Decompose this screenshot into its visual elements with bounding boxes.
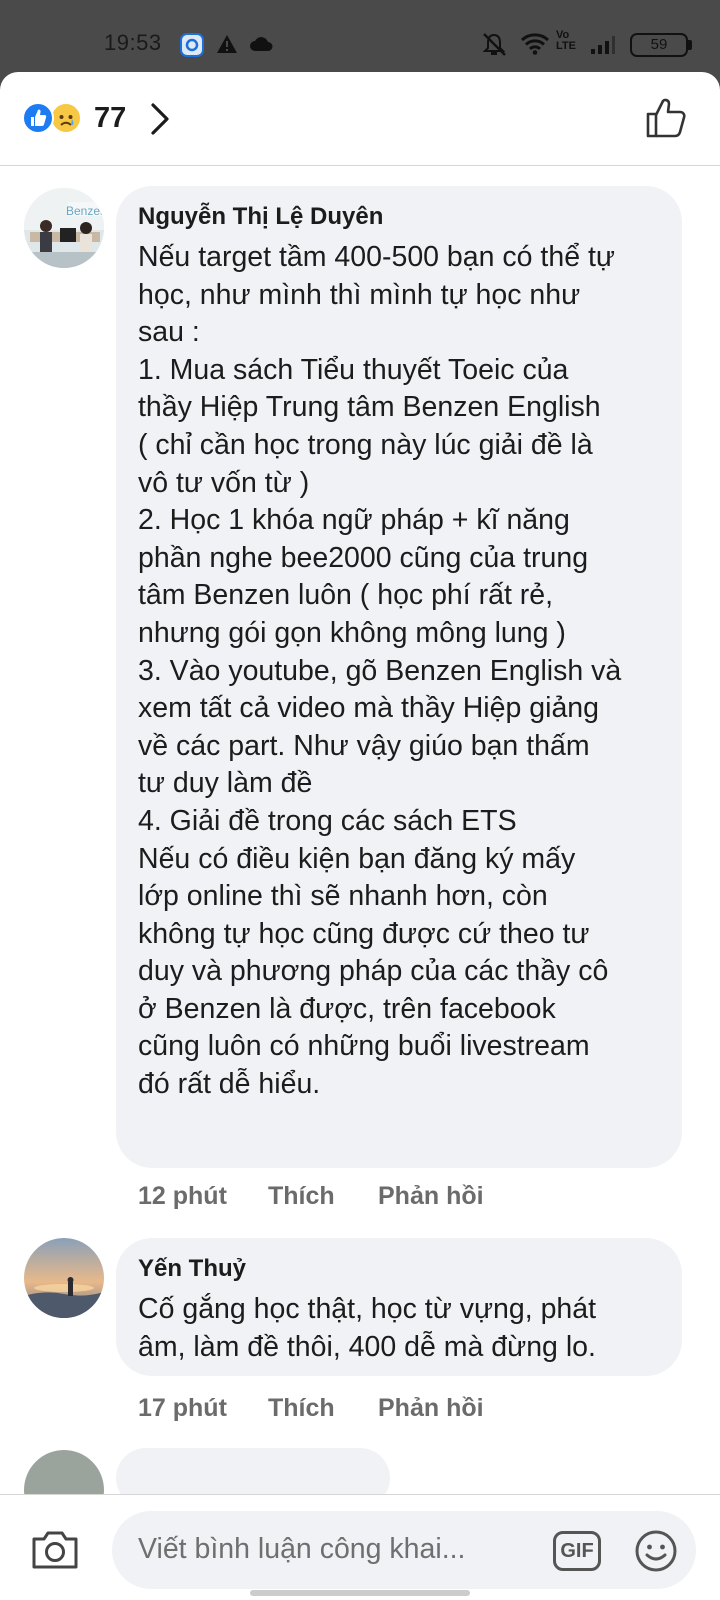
comment-line: ở Benzen là được, trên facebook [138,992,556,1025]
comment-line: cũng luôn có những buổi livestream [138,1030,590,1063]
comment-text: Cố gắng học thật, học từ vựng, phát âm, l… [138,1291,674,1366]
volte-bottom: LTE [556,40,576,52]
comment-line: 2. Học 1 khóa ngữ pháp + kĩ năng [138,504,570,537]
signal-icon [590,35,616,60]
comment-line: 3. Vào youtube, gõ Benzen English và [138,654,622,687]
comment-line: tư duy làm đề [138,767,313,800]
warning-icon [216,34,238,59]
volte-icon: Vo LTE [556,30,582,52]
cloud-icon [249,36,273,57]
avatar[interactable]: Benzen [24,188,104,268]
comment-line: Nếu có điều kiện bạn đăng ký mấy [138,842,576,875]
wifi-icon [520,33,550,60]
comment-line: 1. Mua sách Tiểu thuyết Toeic của [138,353,569,386]
comment-line: nhưng gói gọn không mông lung ) [138,616,566,649]
comment-line: vô tư vốn từ ) [138,466,310,499]
comment-line: sau : [138,316,200,349]
battery-icon: 59 [630,33,688,57]
avatar-text: Benzen [66,204,104,218]
comment-line: không tự học cũng được cứ theo tư [138,917,590,950]
comment-line: ( chỉ cần học trong này lúc giải đề là [138,428,593,461]
comment-line: duy và phương pháp của các thầy cô [138,955,609,988]
app-notification-icon [180,33,204,62]
comment-line: học, như mình thì mình tự học như [138,278,581,311]
comment-line: Nếu target tầm 400-500 bạn có thể tự [138,241,615,273]
comment-input-placeholder[interactable]: Viết bình luận công khai... [138,1533,465,1566]
comment-line: âm, làm đề thôi, 400 dễ mà đừng lo. [138,1330,596,1363]
comment-composer: Viết bình luận công khai... GIF [0,1494,720,1600]
battery-level: 59 [650,36,668,53]
comment-line: về các part. Như vậy giúo bạn thấm [138,729,590,762]
home-indicator[interactable] [250,1590,470,1596]
reply-comment-button[interactable]: Phản hồi [378,1394,484,1423]
battery-tip [688,40,692,50]
avatar[interactable] [24,1238,104,1318]
chevron-right-icon[interactable] [150,102,170,141]
sad-reaction-icon [50,102,82,134]
gif-button[interactable]: GIF [553,1531,601,1571]
comment-line: Cố gắng học thật, học từ vựng, phát [138,1293,597,1325]
status-bar: 19:53 Vo LTE 59 [0,0,720,72]
mute-icon [480,32,508,63]
comment-line: lớp online thì sẽ nhanh hơn, còn [138,880,548,913]
like-reaction-icon [22,102,54,134]
comment-author[interactable]: Yến Thuỷ [138,1255,246,1283]
comment-time: 12 phút [138,1182,227,1210]
comment-text: Nếu target tầm 400-500 bạn có thể tự học,… [138,239,674,1104]
camera-icon[interactable] [30,1529,80,1576]
status-time: 19:53 [104,30,162,55]
comment-line: xem tất cả video mà thầy Hiệp giảng [138,692,599,725]
comment-time: 17 phút [138,1394,227,1422]
reaction-count: 77 [94,102,127,134]
reply-comment-button[interactable]: Phản hồi [378,1182,484,1211]
comment-line: phần nghe bee2000 cũng của trung [138,541,589,574]
emoji-icon[interactable] [634,1529,678,1578]
comment-line: 4. Giải đề trong các sách ETS [138,804,517,837]
reaction-summary[interactable]: 77 [0,72,720,166]
comment-author[interactable]: Nguyễn Thị Lệ Duyên [138,203,383,231]
like-comment-button[interactable]: Thích [268,1394,335,1423]
comments-sheet: 77 Benzen Nguyễn Thị Lệ Duyên Nếu target… [0,72,720,1600]
comment-line: thầy Hiệp Trung tâm Benzen English [138,391,601,424]
comment-line: tâm Benzen luôn ( học phí rất rẻ, [138,579,554,612]
comment-line: đó rất dễ hiểu. [138,1068,321,1101]
like-post-button[interactable] [644,96,688,145]
like-comment-button[interactable]: Thích [268,1182,335,1211]
